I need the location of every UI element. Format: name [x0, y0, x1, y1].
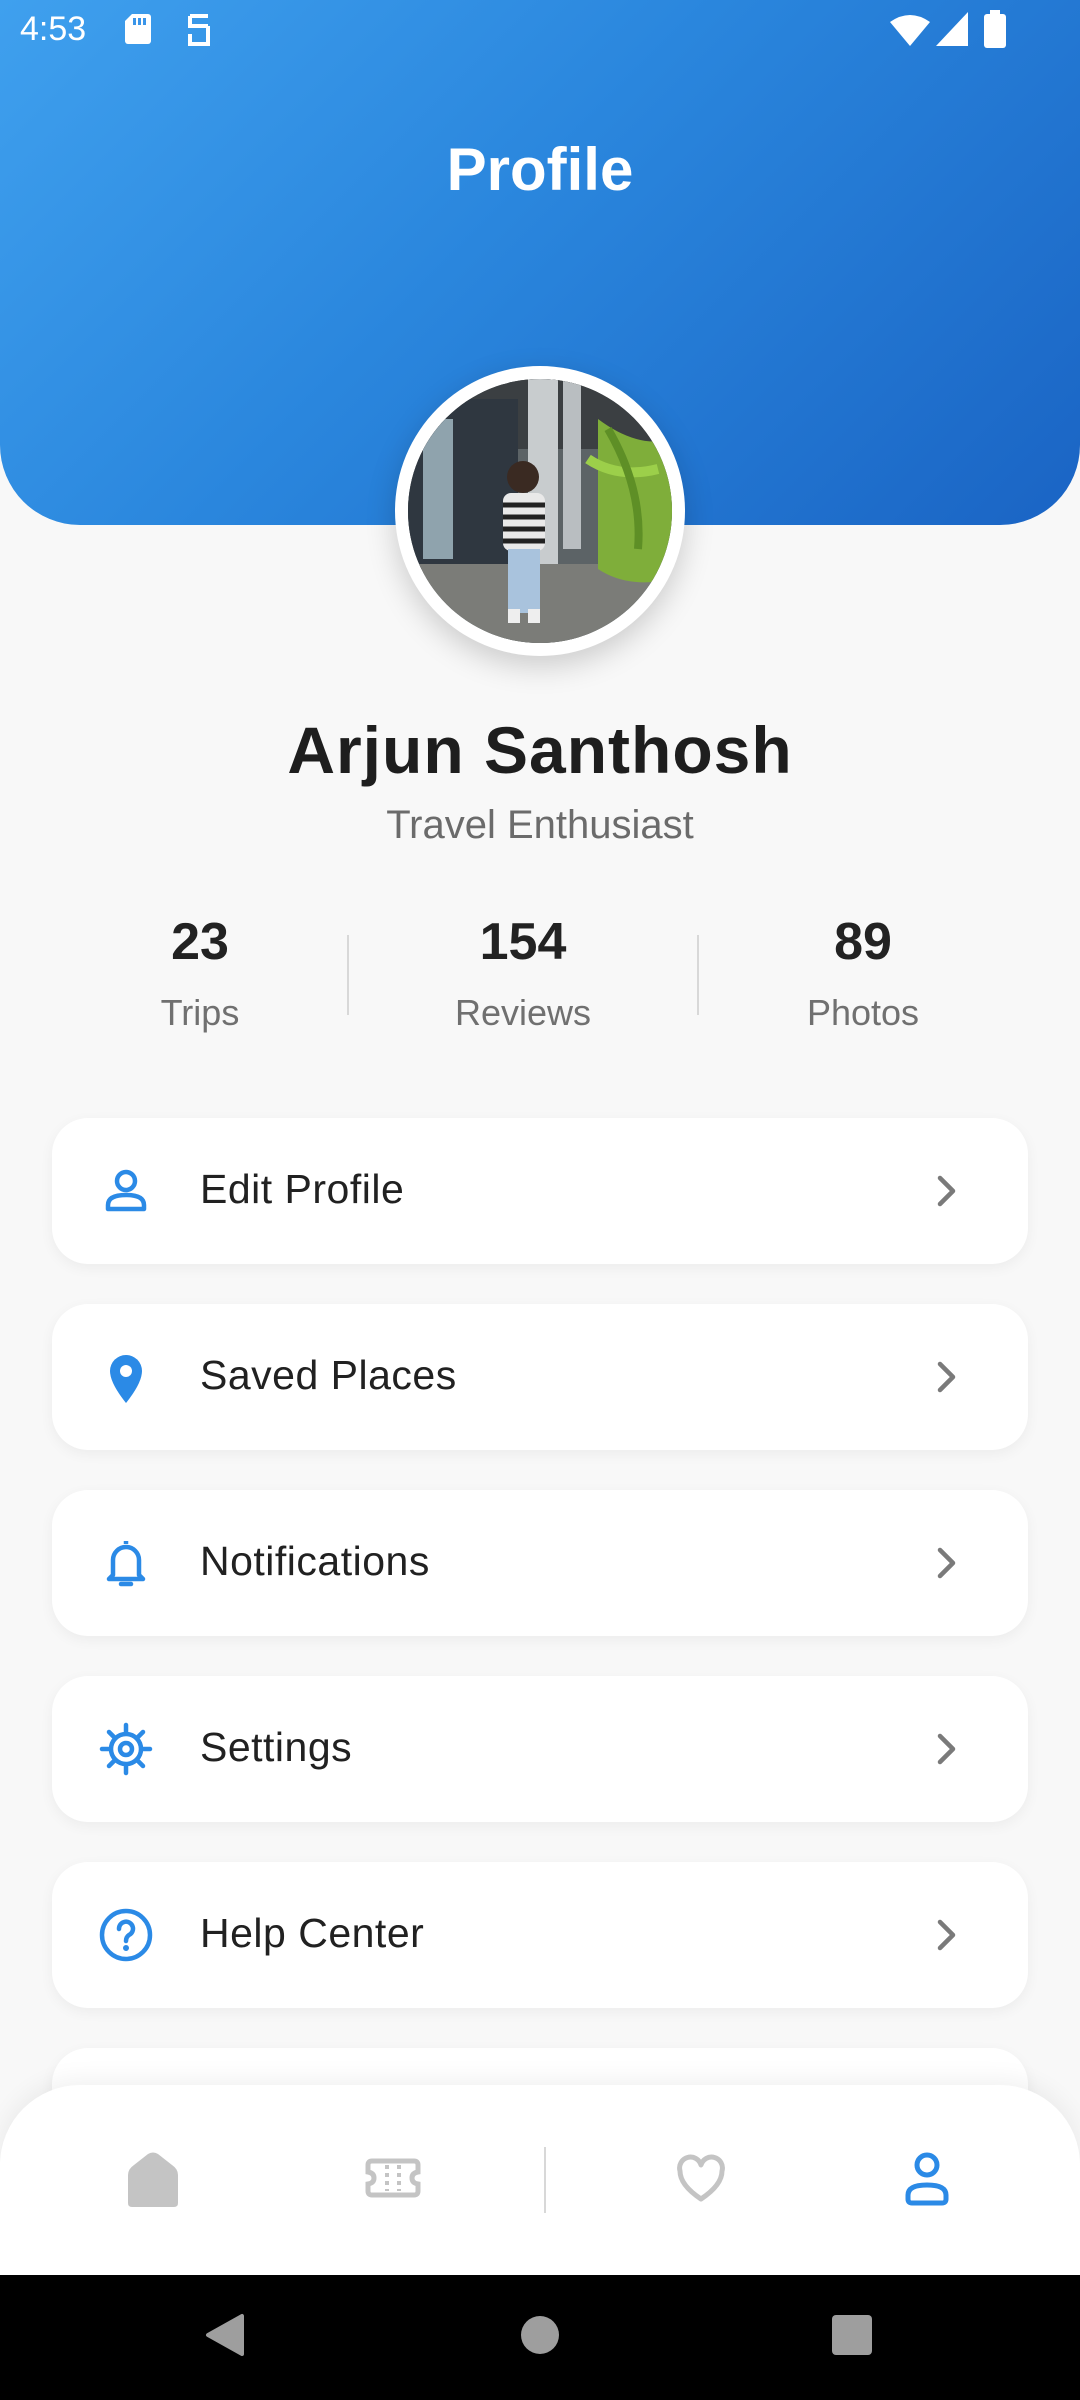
nav-profile-icon[interactable] [892, 2143, 962, 2213]
stat-value: 89 [834, 913, 892, 971]
stat-reviews[interactable]: 154 Reviews [393, 912, 653, 1034]
sd-card-icon [125, 14, 151, 44]
user-name: Arjun Santhosh [287, 713, 793, 787]
menu-edit-profile[interactable]: Edit Profile [52, 1118, 1028, 1264]
home-button-icon[interactable] [519, 2310, 561, 2360]
chevron-right-icon [937, 1919, 956, 1951]
menu-label: Saved Places [200, 1352, 457, 1398]
menu-help-center[interactable]: Help Center [52, 1862, 1028, 2008]
help-circle-icon [99, 1908, 153, 1962]
bell-icon [106, 1541, 146, 1587]
gear-icon [99, 1722, 153, 1776]
wifi-icon [890, 15, 930, 46]
menu-notifications[interactable]: Notifications [52, 1490, 1028, 1636]
signal-icon [936, 12, 968, 46]
stat-divider [697, 935, 699, 1015]
avatar-photo [408, 379, 672, 643]
status-bar: 4:53 [0, 0, 1080, 64]
nav-ticket-icon[interactable] [358, 2143, 428, 2213]
recents-icon[interactable] [830, 2310, 874, 2360]
chevron-right-icon [937, 1175, 956, 1207]
nav-heart-icon[interactable] [666, 2143, 736, 2213]
menu-label: Notifications [200, 1538, 430, 1584]
stat-value: 154 [479, 913, 567, 971]
stat-label: Reviews [454, 992, 592, 1033]
system-nav-bar [0, 2275, 1080, 2400]
stat-photos[interactable]: 89 Photos [733, 912, 993, 1034]
status-time: 4:53 [20, 10, 87, 48]
chevron-right-icon [937, 1547, 956, 1579]
avatar-image [408, 379, 672, 643]
back-icon[interactable] [200, 2310, 250, 2360]
menu-label: Edit Profile [200, 1166, 405, 1212]
user-tagline: Travel Enthusiast [386, 803, 694, 847]
chevron-right-icon [937, 1733, 956, 1765]
stat-trips[interactable]: 23 Trips [70, 912, 330, 1034]
menu-settings[interactable]: Settings [52, 1676, 1028, 1822]
stat-value: 23 [171, 913, 229, 971]
stat-label: Photos [806, 992, 920, 1033]
bottom-nav [0, 2085, 1080, 2275]
page-title: Profile [446, 136, 634, 203]
nav-divider [544, 2147, 546, 2213]
avatar[interactable] [395, 366, 685, 656]
stat-label: Trips [160, 992, 240, 1033]
nav-home-icon[interactable] [118, 2143, 188, 2213]
stat-divider [347, 935, 349, 1015]
battery-icon [984, 10, 1006, 48]
chevron-right-icon [937, 1361, 956, 1393]
location-pin-icon [110, 1355, 142, 1403]
menu-label: Settings [200, 1724, 353, 1770]
sim-icon [188, 14, 210, 46]
person-icon [105, 1169, 147, 1212]
menu-saved-places[interactable]: Saved Places [52, 1304, 1028, 1450]
menu-label: Help Center [200, 1910, 425, 1956]
